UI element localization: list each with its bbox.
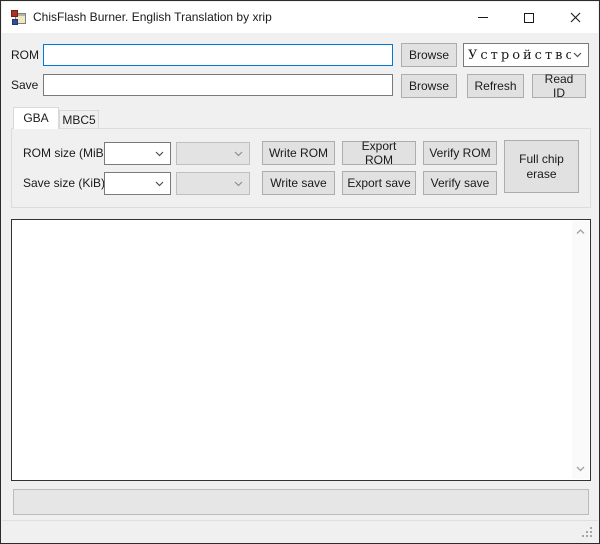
save-chip-select xyxy=(176,172,250,195)
window-title: ChisFlash Burner. English Translation by… xyxy=(33,2,272,33)
rom-path-input[interactable] xyxy=(43,44,393,66)
verify-save-button[interactable]: Verify save xyxy=(423,171,497,195)
device-select-value: Устройство xyxy=(464,48,571,63)
status-bar xyxy=(2,521,598,542)
chevron-down-icon xyxy=(571,52,588,58)
log-scrollbar[interactable] xyxy=(572,221,589,479)
app-window: ChisFlash Burner. English Translation by… xyxy=(0,0,600,544)
write-save-button[interactable]: Write save xyxy=(262,171,335,195)
save-size-select[interactable] xyxy=(104,172,171,195)
minimize-button[interactable] xyxy=(460,2,506,33)
minimize-icon xyxy=(478,17,488,18)
log-output[interactable] xyxy=(11,219,591,481)
export-save-button[interactable]: Export save xyxy=(342,171,416,195)
rom-size-label: ROM size (MiB) xyxy=(23,142,108,165)
device-select[interactable]: Устройство xyxy=(463,43,589,67)
write-rom-button[interactable]: Write ROM xyxy=(262,141,335,165)
chevron-up-icon xyxy=(576,229,585,235)
read-id-button[interactable]: Read ID xyxy=(532,74,586,98)
maximize-icon xyxy=(524,13,534,23)
scroll-down-button[interactable] xyxy=(572,460,589,477)
titlebar[interactable]: ChisFlash Burner. English Translation by… xyxy=(2,2,598,33)
rom-browse-button[interactable]: Browse xyxy=(401,43,457,67)
chevron-down-icon xyxy=(232,151,249,157)
tab-mbc5[interactable]: MBC5 xyxy=(59,110,99,129)
rom-size-select[interactable] xyxy=(104,142,171,165)
save-browse-button[interactable]: Browse xyxy=(401,74,457,98)
rom-chip-select xyxy=(176,142,250,165)
rom-label: ROM xyxy=(11,44,39,66)
resize-grip-icon[interactable] xyxy=(581,526,593,538)
verify-rom-button[interactable]: Verify ROM xyxy=(423,141,497,165)
chevron-down-icon xyxy=(232,181,249,187)
close-button[interactable] xyxy=(552,2,598,33)
chevron-down-icon xyxy=(153,151,170,157)
save-label: Save xyxy=(11,74,38,96)
maximize-button[interactable] xyxy=(506,2,552,33)
full-chip-erase-button[interactable]: Full chip erase xyxy=(504,140,579,193)
chevron-down-icon xyxy=(576,466,585,472)
chevron-down-icon xyxy=(153,181,170,187)
progress-bar xyxy=(13,489,589,515)
app-icon xyxy=(11,10,27,26)
tab-gba[interactable]: GBA xyxy=(13,107,59,129)
save-path-input[interactable] xyxy=(43,74,393,96)
save-size-label: Save size (KiB) xyxy=(23,172,105,195)
export-rom-button[interactable]: Export ROM xyxy=(342,141,416,165)
refresh-button[interactable]: Refresh xyxy=(467,74,524,98)
close-icon xyxy=(570,12,581,23)
scroll-up-button[interactable] xyxy=(572,223,589,240)
